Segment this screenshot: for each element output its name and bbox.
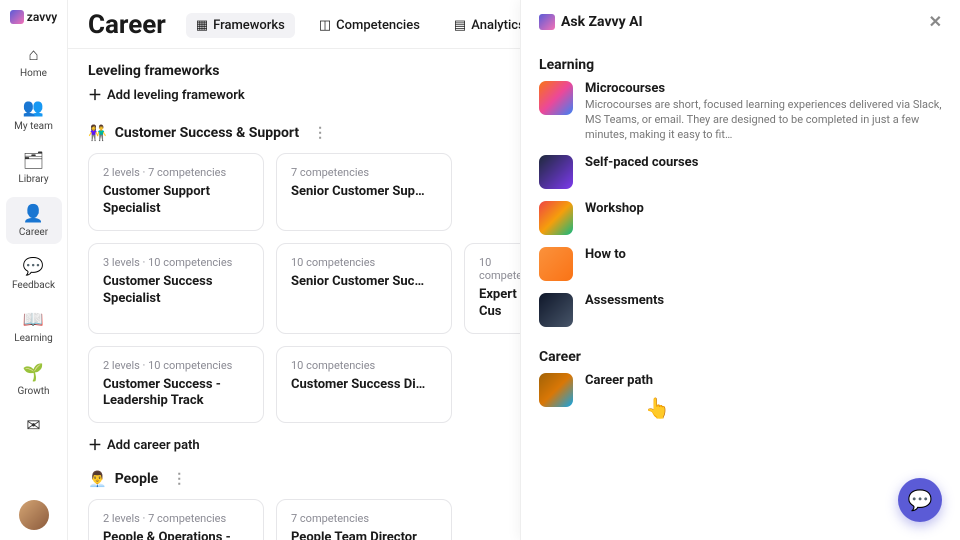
home-icon: ⌂ [23, 44, 45, 66]
nav-career[interactable]: 👤 Career [6, 197, 62, 244]
user-avatar[interactable] [19, 500, 49, 530]
thumbnail-icon [539, 373, 573, 407]
framework-card[interactable]: 2 levels · 7 competencies Customer Suppo… [88, 153, 264, 231]
ai-item-assessments[interactable]: Assessments [539, 293, 942, 327]
analytics-icon: ▤ [454, 18, 466, 33]
ai-panel-header: Ask Zavvy AI ✕ [539, 12, 942, 31]
framework-card[interactable]: 7 competencies Senior Customer Sup… [276, 153, 452, 231]
nav-feedback[interactable]: 💬 Feedback [6, 250, 62, 297]
career-icon: 👤 [23, 203, 45, 225]
nav-library[interactable]: 🗂 Library [6, 144, 62, 191]
brand-name: zavvy [27, 10, 57, 24]
chat-icon: 💬 [908, 488, 933, 512]
feedback-icon: 💬 [23, 256, 45, 278]
library-icon: 🗂 [23, 150, 45, 172]
frameworks-icon: ▦ [196, 18, 208, 33]
framework-card[interactable]: 3 levels · 10 competencies Customer Succ… [88, 243, 264, 334]
page-title: Career [88, 10, 166, 40]
group-emoji-icon: 👨‍💼 [88, 470, 107, 488]
ai-section-career: Career [539, 349, 942, 365]
group-menu-icon[interactable]: ⋮ [166, 469, 192, 489]
framework-card[interactable]: 10 competencies Senior Customer Suc… [276, 243, 452, 334]
framework-card[interactable]: 2 levels · 10 competencies Customer Succ… [88, 346, 264, 424]
learning-icon: 📖 [23, 309, 45, 331]
group-emoji-icon: 👫 [88, 124, 107, 142]
nav-home[interactable]: ⌂ Home [6, 38, 62, 85]
ai-panel-title: Ask Zavvy AI [561, 14, 643, 30]
ai-panel: Ask Zavvy AI ✕ Learning Microcourses Mic… [520, 0, 960, 540]
ai-sparkle-icon [539, 14, 555, 30]
ai-item-microcourses[interactable]: Microcourses Microcourses are short, foc… [539, 81, 942, 143]
framework-card[interactable]: 2 levels · 7 competencies People & Opera… [88, 499, 264, 540]
nav-growth[interactable]: 🌱 Growth [6, 356, 62, 403]
brand-logo[interactable]: zavvy [10, 10, 57, 24]
ai-item-self-paced[interactable]: Self-paced courses [539, 155, 942, 189]
competencies-icon: ◫ [319, 18, 331, 33]
inbox-icon: ✉ [23, 415, 45, 437]
close-icon[interactable]: ✕ [929, 12, 942, 31]
nav-my-team[interactable]: 👥 My team [6, 91, 62, 138]
nav-messages[interactable]: ✉ [6, 409, 62, 443]
plus-icon: ＋ [88, 435, 102, 455]
framework-card[interactable]: 7 competencies People Team Director [276, 499, 452, 540]
tab-competencies[interactable]: ◫ Competencies [309, 13, 430, 38]
logo-mark-icon [10, 10, 24, 24]
group-name: Customer Success & Support [115, 125, 299, 141]
nav-learning[interactable]: 📖 Learning [6, 303, 62, 350]
thumbnail-icon [539, 81, 573, 115]
group-menu-icon[interactable]: ⋮ [307, 123, 333, 143]
ai-item-career-path[interactable]: Career path [539, 373, 942, 407]
tab-frameworks[interactable]: ▦ Frameworks [186, 13, 295, 38]
ai-section-learning: Learning [539, 57, 942, 73]
ai-item-workshop[interactable]: Workshop [539, 201, 942, 235]
thumbnail-icon [539, 155, 573, 189]
team-icon: 👥 [23, 97, 45, 119]
ai-item-howto[interactable]: How to [539, 247, 942, 281]
thumbnail-icon [539, 247, 573, 281]
plus-icon: ＋ [88, 85, 102, 105]
chat-fab[interactable]: 💬 [898, 478, 942, 522]
thumbnail-icon [539, 201, 573, 235]
framework-card[interactable]: 10 competencies Customer Success Di… [276, 346, 452, 424]
group-name: People [115, 471, 159, 487]
thumbnail-icon [539, 293, 573, 327]
growth-icon: 🌱 [23, 362, 45, 384]
sidebar: zavvy ⌂ Home 👥 My team 🗂 Library 👤 Caree… [0, 0, 68, 540]
